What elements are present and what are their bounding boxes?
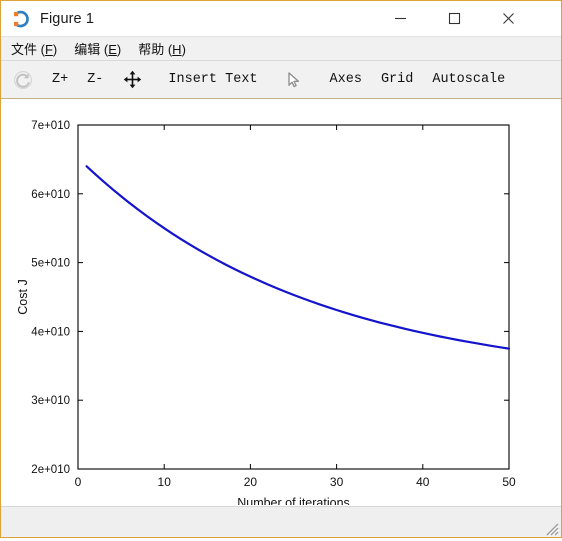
menu-bar: 文件 (F) 编辑 (E) 帮助 (H)	[1, 36, 561, 61]
pan-move-icon[interactable]	[119, 67, 145, 93]
title-bar: Figure 1	[1, 1, 561, 36]
y-tick-label: 5e+010	[31, 258, 70, 270]
figure-window: Figure 1 文件 (F) 编辑 (E) 帮助 (H) Z+ Z- Inse…	[0, 0, 562, 538]
y-axis-label: Cost J	[16, 279, 30, 314]
x-tick-label: 40	[416, 475, 430, 489]
insert-text-button[interactable]: Insert Text	[162, 67, 263, 93]
menu-help[interactable]: 帮助 (H)	[136, 37, 195, 61]
figure-toolbar: Z+ Z- Insert Text Axes Grid Autoscale	[1, 61, 561, 99]
x-tick-label: 50	[502, 475, 516, 489]
minimize-button[interactable]	[377, 1, 423, 36]
window-title: Figure 1	[40, 10, 94, 27]
cursor-pointer-icon[interactable]	[281, 67, 307, 93]
zoom-in-button[interactable]: Z+	[46, 67, 74, 93]
axes-button[interactable]: Axes	[324, 67, 368, 93]
y-tick-label: 4e+010	[31, 326, 70, 338]
data-series-line	[85, 165, 511, 350]
octave-logo-icon	[11, 9, 31, 29]
x-tick-label: 20	[244, 475, 258, 489]
x-tick-label: 30	[330, 475, 344, 489]
plot-frame	[77, 124, 510, 470]
autoscale-button[interactable]: Autoscale	[426, 67, 511, 93]
close-button[interactable]	[485, 1, 531, 36]
y-tick-label: 6e+010	[31, 189, 70, 201]
menu-edit-label: 编辑 (	[74, 41, 109, 57]
menu-edit[interactable]: 编辑 (E)	[72, 37, 130, 61]
menu-help-tail: )	[181, 41, 186, 57]
x-tick-label: 0	[75, 475, 82, 489]
menu-edit-accelerator: E	[108, 41, 117, 57]
status-bar	[1, 506, 561, 537]
resize-grip-icon[interactable]	[543, 520, 559, 536]
menu-file-label: 文件 (	[11, 41, 45, 57]
y-tick-label: 2e+010	[31, 464, 70, 476]
menu-file-tail: )	[52, 41, 58, 57]
cost-vs-iterations-plot: 0 10 20 30 40 50 2e+010 3e+010 4e+010 5e+010 6e+01…	[16, 120, 516, 505]
maximize-button[interactable]	[431, 1, 477, 36]
menu-help-label: 帮助 (	[138, 41, 173, 57]
x-tick-label: 10	[158, 475, 172, 489]
x-axis-label: Number of iterations	[237, 496, 350, 505]
menu-edit-tail: )	[116, 41, 122, 57]
menu-file[interactable]: 文件 (F)	[9, 37, 66, 61]
menu-file-accelerator: F	[44, 41, 53, 57]
y-tick-label: 3e+010	[31, 395, 70, 407]
grid-button[interactable]: Grid	[375, 67, 419, 93]
figure-canvas[interactable]: 0 10 20 30 40 50 2e+010 3e+010 4e+010 5e+010 6e+01…	[1, 99, 561, 506]
menu-help-accelerator: H	[172, 41, 182, 57]
y-tick-label: 7e+010	[31, 120, 70, 132]
reset-rotate-icon[interactable]	[10, 67, 36, 93]
zoom-out-button[interactable]: Z-	[81, 67, 109, 93]
